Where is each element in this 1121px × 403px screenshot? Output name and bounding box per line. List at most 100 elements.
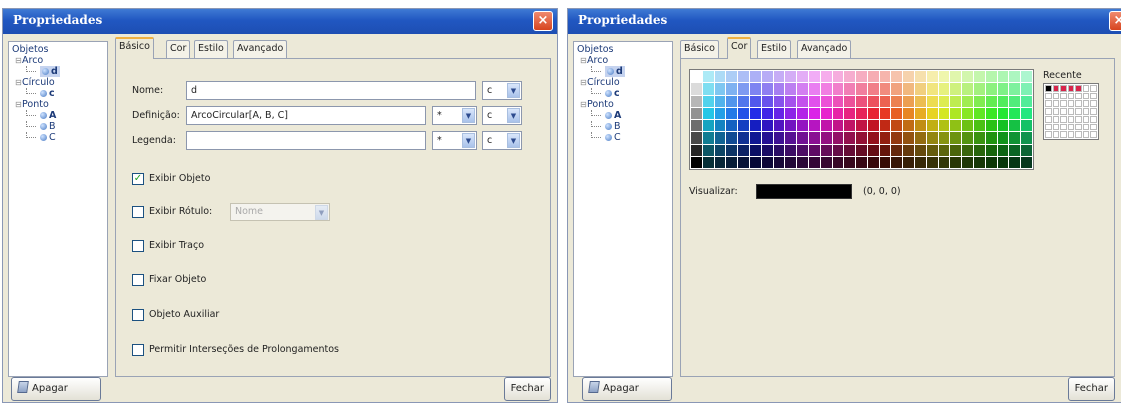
recent-color-swatch[interactable] xyxy=(1045,123,1052,131)
color-swatch[interactable] xyxy=(962,83,974,95)
tab-basico[interactable]: Básico xyxy=(680,40,719,58)
color-swatch[interactable] xyxy=(985,132,997,144)
color-swatch[interactable] xyxy=(891,95,903,107)
recent-color-swatch[interactable] xyxy=(1060,115,1067,123)
color-swatch[interactable] xyxy=(1009,95,1021,107)
caption-lang-select[interactable]: c ▼ xyxy=(482,131,522,150)
color-swatch[interactable] xyxy=(950,156,962,168)
color-swatch[interactable] xyxy=(985,156,997,168)
color-swatch[interactable] xyxy=(974,83,985,95)
collapse-icon[interactable]: ⊟ xyxy=(580,77,587,88)
color-swatch[interactable] xyxy=(903,132,915,144)
color-swatch[interactable] xyxy=(962,120,974,132)
color-swatch[interactable] xyxy=(797,71,808,83)
color-swatch[interactable] xyxy=(714,107,726,119)
color-swatch[interactable] xyxy=(761,83,773,95)
color-swatch[interactable] xyxy=(738,71,749,83)
color-swatch[interactable] xyxy=(938,95,950,107)
recent-color-swatch[interactable] xyxy=(1075,100,1082,108)
color-swatch[interactable] xyxy=(997,71,1009,83)
color-swatch[interactable] xyxy=(797,83,808,95)
color-swatch[interactable] xyxy=(820,132,832,144)
color-swatch[interactable] xyxy=(820,156,832,168)
tab-cor[interactable]: Cor xyxy=(166,40,191,58)
color-swatch[interactable] xyxy=(749,95,761,107)
color-swatch[interactable] xyxy=(844,156,856,168)
color-swatch[interactable] xyxy=(726,83,738,95)
color-swatch[interactable] xyxy=(1021,132,1032,144)
close-icon[interactable]: × xyxy=(1109,11,1121,31)
definition-lang-select[interactable]: c ▼ xyxy=(482,106,522,125)
color-swatch[interactable] xyxy=(950,107,962,119)
close-button[interactable]: Fechar xyxy=(503,377,551,401)
tree-item-c[interactable]: c xyxy=(577,88,669,99)
color-swatch[interactable] xyxy=(691,95,702,107)
recent-color-swatch[interactable] xyxy=(1045,131,1052,138)
color-swatch[interactable] xyxy=(997,156,1009,168)
recent-color-swatch[interactable] xyxy=(1060,92,1067,100)
color-swatch[interactable] xyxy=(856,107,867,119)
tree-group-ponto[interactable]: ⊟Ponto xyxy=(12,99,104,110)
color-swatch[interactable] xyxy=(1009,132,1021,144)
color-swatch[interactable] xyxy=(691,71,702,83)
color-swatch[interactable] xyxy=(844,107,856,119)
color-swatch[interactable] xyxy=(891,144,903,156)
caption-symbol-select[interactable]: * ▼ xyxy=(432,131,477,150)
definition-symbol-select[interactable]: * ▼ xyxy=(432,106,477,125)
color-swatch[interactable] xyxy=(903,107,915,119)
color-swatch[interactable] xyxy=(1021,95,1032,107)
collapse-icon[interactable]: ⊟ xyxy=(15,77,22,88)
color-swatch[interactable] xyxy=(926,107,938,119)
color-swatch[interactable] xyxy=(1021,83,1032,95)
color-swatch[interactable] xyxy=(832,107,844,119)
tree-root[interactable]: Objetos xyxy=(577,44,669,55)
color-swatch[interactable] xyxy=(832,71,844,83)
color-swatch[interactable] xyxy=(726,71,738,83)
color-swatch[interactable] xyxy=(844,144,856,156)
color-swatch[interactable] xyxy=(856,144,867,156)
recent-color-swatch[interactable] xyxy=(1060,100,1067,108)
tab-cor[interactable]: Cor xyxy=(727,37,752,59)
color-swatch[interactable] xyxy=(879,83,891,95)
color-swatch[interactable] xyxy=(785,120,797,132)
delete-button[interactable]: Apagar xyxy=(11,377,101,401)
color-swatch[interactable] xyxy=(726,120,738,132)
color-swatch[interactable] xyxy=(974,95,985,107)
color-swatch[interactable] xyxy=(749,156,761,168)
color-swatch[interactable] xyxy=(891,156,903,168)
color-swatch[interactable] xyxy=(974,71,985,83)
collapse-icon[interactable]: ⊟ xyxy=(580,99,587,110)
recent-color-swatch[interactable] xyxy=(1045,115,1052,123)
color-swatch[interactable] xyxy=(749,132,761,144)
color-swatch[interactable] xyxy=(726,144,738,156)
color-swatch[interactable] xyxy=(867,120,879,132)
color-swatch[interactable] xyxy=(773,107,785,119)
color-swatch[interactable] xyxy=(950,83,962,95)
color-swatch[interactable] xyxy=(691,83,702,95)
close-button[interactable]: Fechar xyxy=(1067,377,1115,401)
color-swatch[interactable] xyxy=(926,71,938,83)
color-swatch[interactable] xyxy=(702,132,714,144)
color-swatch[interactable] xyxy=(785,132,797,144)
color-swatch[interactable] xyxy=(714,156,726,168)
color-swatch[interactable] xyxy=(702,120,714,132)
color-swatch[interactable] xyxy=(844,120,856,132)
color-swatch[interactable] xyxy=(714,120,726,132)
color-swatch[interactable] xyxy=(726,107,738,119)
color-swatch[interactable] xyxy=(962,156,974,168)
color-swatch[interactable] xyxy=(820,120,832,132)
color-swatch[interactable] xyxy=(903,144,915,156)
color-swatch[interactable] xyxy=(820,107,832,119)
recent-color-swatch[interactable] xyxy=(1045,85,1052,92)
recent-color-swatch[interactable] xyxy=(1090,100,1097,108)
tab-basico[interactable]: Básico xyxy=(115,37,154,59)
color-swatch[interactable] xyxy=(761,95,773,107)
color-swatch[interactable] xyxy=(938,71,950,83)
color-swatch[interactable] xyxy=(856,95,867,107)
tree-item-d[interactable]: d xyxy=(12,66,104,77)
color-swatch[interactable] xyxy=(773,83,785,95)
color-swatch[interactable] xyxy=(974,107,985,119)
color-swatch[interactable] xyxy=(950,95,962,107)
auxiliary-object-checkbox[interactable] xyxy=(132,309,144,321)
color-swatch[interactable] xyxy=(702,156,714,168)
